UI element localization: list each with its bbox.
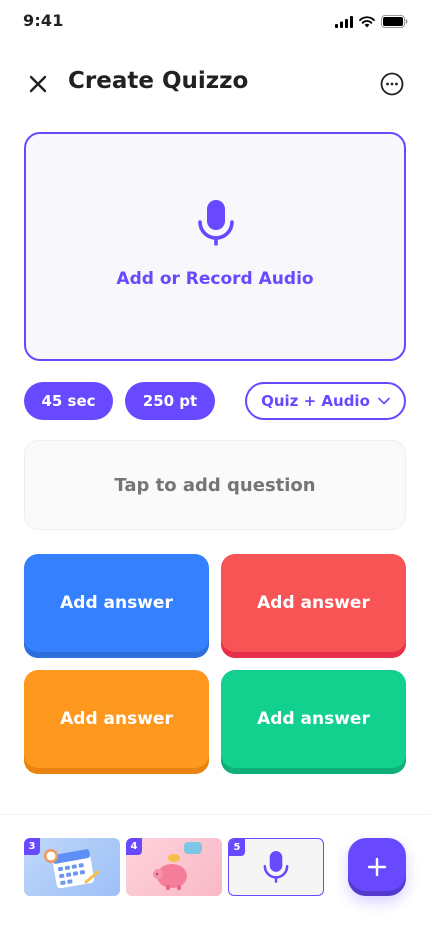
slide-thumbnail-5[interactable]: 5 <box>228 838 324 896</box>
battery-icon <box>381 15 408 28</box>
microphone-icon <box>198 200 234 246</box>
answer-label: Add answer <box>257 593 370 613</box>
slide-number: 5 <box>229 839 245 856</box>
time-limit-button[interactable]: 45 sec <box>24 382 113 420</box>
add-audio-card[interactable]: Add or Record Audio <box>24 132 406 361</box>
answer-button-4[interactable]: Add answer <box>221 670 406 774</box>
microphone-icon <box>263 851 289 883</box>
add-slide-button[interactable] <box>348 838 406 896</box>
more-options-button[interactable] <box>380 72 404 96</box>
slide-thumbnail-3[interactable]: 3 <box>24 838 120 896</box>
answer-label: Add answer <box>60 709 173 729</box>
question-input[interactable]: Tap to add question <box>24 440 406 530</box>
question-type-dropdown[interactable]: Quiz + Audio <box>245 382 406 420</box>
question-placeholder: Tap to add question <box>114 474 316 496</box>
points-button[interactable]: 250 pt <box>125 382 215 420</box>
signal-icon <box>335 15 353 28</box>
answer-label: Add answer <box>257 709 370 729</box>
plus-icon <box>367 857 387 877</box>
status-icons <box>335 15 408 28</box>
slide-thumbnail-4[interactable]: 4 <box>126 838 222 896</box>
close-icon <box>29 75 47 93</box>
divider <box>0 814 430 815</box>
answer-button-2[interactable]: Add answer <box>221 554 406 658</box>
answer-button-1[interactable]: Add answer <box>24 554 209 658</box>
add-audio-label: Add or Record Audio <box>116 269 314 289</box>
status-bar: 9:41 <box>0 0 430 44</box>
points-label: 250 pt <box>142 392 198 410</box>
slide-number: 3 <box>24 838 40 855</box>
close-button[interactable] <box>24 70 52 98</box>
question-type-label: Quiz + Audio <box>261 392 370 410</box>
answer-label: Add answer <box>60 593 173 613</box>
answer-button-3[interactable]: Add answer <box>24 670 209 774</box>
header: Create Quizzo <box>0 62 430 106</box>
slide-number: 4 <box>126 838 142 855</box>
wifi-icon <box>359 15 375 27</box>
time-limit-label: 45 sec <box>41 392 96 410</box>
status-time: 9:41 <box>23 11 64 30</box>
page-title: Create Quizzo <box>68 68 249 94</box>
chevron-down-icon <box>378 397 390 405</box>
more-options-icon <box>380 72 404 96</box>
